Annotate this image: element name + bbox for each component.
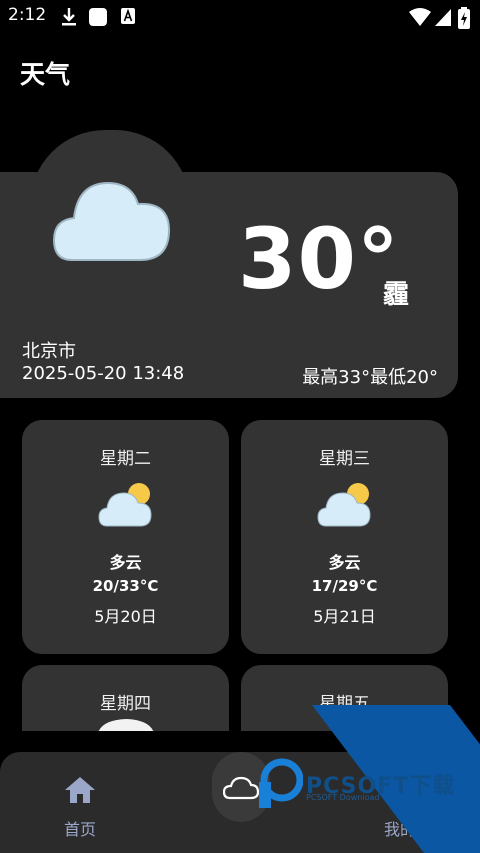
current-condition: 霾	[383, 280, 410, 310]
forecast-day: 星期三	[319, 449, 370, 469]
cloud-icon	[98, 719, 154, 731]
forecast-temp: 20/33°C	[92, 577, 159, 595]
forecast-date: 5月21日	[313, 607, 376, 626]
watermark-logo-icon	[259, 758, 303, 808]
app-square-icon	[89, 8, 107, 26]
watermark-subtext: PCSOFT Download	[306, 793, 380, 802]
cloud-icon	[223, 776, 259, 800]
forecast-card[interactable]: 星期三 多云 17/29°C 5月21日	[241, 420, 448, 654]
nav-home[interactable]: 首页	[0, 752, 160, 853]
keyboard-a-icon	[121, 8, 135, 24]
cloud-icon	[52, 181, 171, 261]
partly-cloudy-icon	[317, 483, 371, 527]
forecast-temp: 17/29°C	[311, 577, 378, 595]
city-name: 北京市	[22, 341, 76, 362]
forecast-condition: 多云	[328, 553, 361, 572]
forecast-day: 星期四	[100, 694, 151, 714]
home-icon	[65, 777, 95, 803]
forecast-date: 5月20日	[94, 607, 157, 626]
status-time: 2:12	[8, 5, 47, 25]
forecast-condition: 多云	[109, 553, 142, 572]
wifi-icon	[409, 8, 431, 26]
update-datetime: 2025-05-20 13:48	[22, 363, 185, 384]
signal-icon	[435, 9, 451, 26]
forecast-card[interactable]: 星期二 多云 20/33°C 5月20日	[22, 420, 229, 654]
forecast-day: 星期二	[100, 449, 151, 469]
status-bar: 2:12	[0, 0, 480, 34]
forecast-card[interactable]: 星期四	[22, 665, 229, 731]
battery-charging-icon	[458, 7, 470, 29]
download-icon	[62, 8, 76, 26]
current-temperature: 30°	[238, 210, 400, 308]
nav-home-label: 首页	[63, 820, 96, 839]
temperature-range: 最高33°最低20°	[302, 367, 438, 388]
page-title: 天气	[20, 60, 71, 89]
partly-cloudy-icon	[98, 483, 152, 527]
